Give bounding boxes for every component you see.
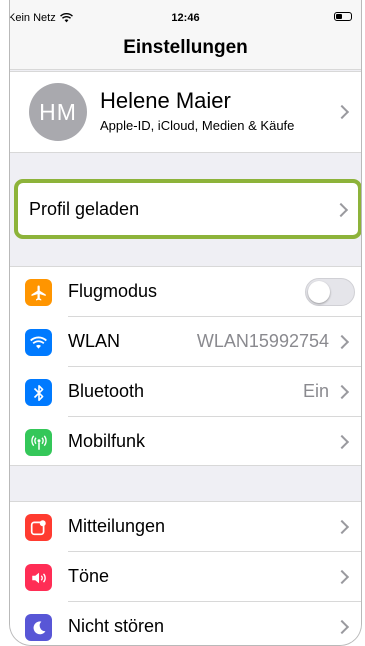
row-label: Mitteilungen [68,516,166,536]
settings-row-wlan[interactable]: WLAN WLAN15992754 [10,317,361,367]
notifications-icon [25,514,52,541]
row-label: Töne [68,566,110,586]
notifications-group: Mitteilungen Töne Nicht stören [10,501,361,645]
connectivity-group: Flugmodus WLAN WLAN15992754 Bluetooth Ei [10,266,361,466]
row-label: Nicht stören [68,616,165,636]
wifi-icon [25,329,52,356]
profile-name: Helene Maier [100,88,231,113]
settings-row-airplane-mode[interactable]: Flugmodus [10,267,361,317]
profile-subtitle: Apple-ID, iCloud, Medien & Käufe [100,118,295,133]
settings-row-bluetooth[interactable]: Bluetooth Ein [10,367,361,417]
chevron-right-icon [334,104,350,120]
moon-icon [25,614,52,641]
chevron-right-icon [334,519,350,535]
profile-loaded-row[interactable]: Profil geladen [14,179,361,239]
chevron-right-icon [334,434,350,450]
status-bar: Kein Netz 12:46 [10,0,361,30]
settings-row-mobile-data[interactable]: Mobilfunk [10,417,361,467]
settings-row-do-not-disturb[interactable]: Nicht stören [10,602,361,645]
settings-row-sounds[interactable]: Töne [10,552,361,602]
row-label: WLAN [68,331,121,351]
chevron-right-icon [334,619,350,635]
row-value: Ein [302,381,329,401]
profile-loaded-label: Profil geladen [29,199,140,219]
clock: 12:46 [171,12,200,24]
row-value: WLAN15992754 [196,331,329,351]
battery-icon [334,12,352,21]
airplane-icon [25,279,52,306]
row-label: Bluetooth [68,381,145,401]
chevron-right-icon [334,334,350,350]
toggle-knob [308,281,330,303]
airplane-mode-toggle[interactable] [305,278,355,306]
antenna-icon [25,429,52,456]
phone-frame: Kein Netz 12:46 Einstellungen HM Helene … [9,0,362,646]
settings-row-notifications[interactable]: Mitteilungen [10,502,361,552]
speaker-icon [25,564,52,591]
chevron-right-icon [334,569,350,585]
navigation-bar: Einstellungen [10,30,361,70]
chevron-right-icon [334,384,350,400]
row-label: Mobilfunk [68,431,146,451]
apple-id-profile-row[interactable]: HM Helene Maier Apple-ID, iCloud, Medien… [10,71,361,153]
avatar: HM [29,83,87,141]
bluetooth-icon [25,379,52,406]
row-label: Flugmodus [68,281,158,301]
chevron-right-icon [333,202,349,218]
page-title: Einstellungen [123,37,248,58]
